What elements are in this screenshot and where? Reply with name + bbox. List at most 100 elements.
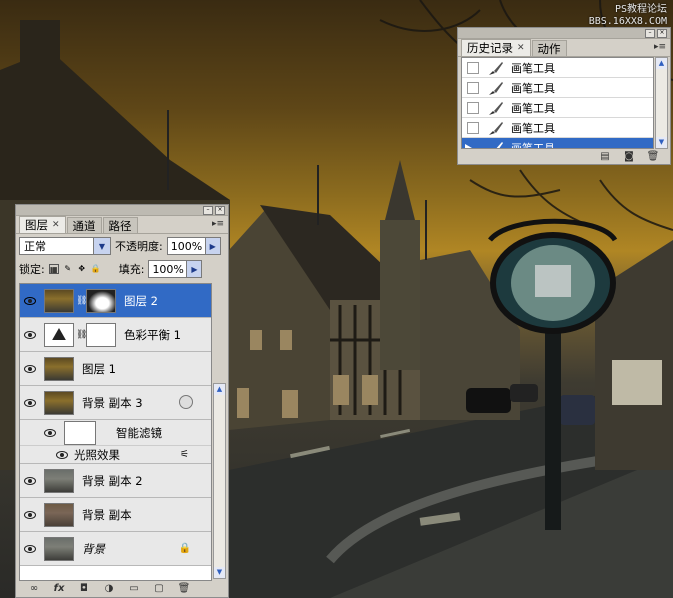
snapshot-camera-icon[interactable]: ◙ (622, 150, 636, 162)
tab-paths[interactable]: 路径 (102, 217, 138, 233)
layer-row[interactable]: ⛓ 色彩平衡 1 (20, 318, 211, 352)
smart-filters-row[interactable]: 智能滤镜 (20, 420, 211, 446)
layer-name[interactable]: 背景 副本 3 (82, 395, 143, 411)
layer-name[interactable]: 图层 2 (124, 293, 158, 309)
layer-row[interactable]: 背景 副本 2 (20, 464, 211, 498)
mask-link-icon[interactable]: ⛓ (76, 330, 87, 340)
lock-position-move-icon[interactable]: ✥ (77, 264, 87, 274)
scroll-up-icon[interactable]: ▲ (214, 384, 225, 395)
layer-mask-thumbnail[interactable] (86, 288, 116, 313)
scroll-down-icon[interactable]: ▼ (214, 567, 225, 578)
tab-history[interactable]: 历史记录 ✕ (461, 39, 531, 56)
panel-menu-icon[interactable]: ▸≡ (212, 219, 224, 229)
history-source-checkbox[interactable] (467, 61, 479, 74)
filter-blending-options-icon[interactable]: ⚟ (180, 449, 189, 460)
smart-object-thumbnail (44, 390, 74, 415)
history-panel: – × 历史记录 ✕ 动作 ▸≡ 画笔工具 画笔工具 画笔工具 画笔工具 画笔工… (457, 27, 671, 165)
lock-transparent-icon[interactable]: ▦ (48, 264, 59, 274)
lock-all-icon[interactable]: 🔒 (91, 264, 101, 274)
lock-image-brush-icon[interactable]: ✎ (63, 264, 73, 274)
visibility-eye-icon[interactable] (20, 296, 40, 305)
tab-close-icon[interactable]: ✕ (52, 220, 60, 230)
fx-icon[interactable]: fx (51, 582, 67, 594)
opacity-slider-arrow-icon[interactable]: ▶ (204, 238, 220, 254)
history-source-checkbox[interactable] (467, 81, 479, 94)
smart-filters-label[interactable]: 智能滤镜 (116, 425, 162, 441)
layer-name[interactable]: 背景 副本 (82, 507, 132, 523)
history-source-checkbox[interactable] (467, 121, 479, 134)
close-icon[interactable]: × (657, 29, 667, 38)
tab-actions-label: 动作 (537, 41, 561, 56)
blend-mode-select[interactable]: 正常 ▼ (19, 237, 111, 255)
minimize-icon[interactable]: – (645, 29, 655, 38)
filter-effect-row[interactable]: 光照效果 ⚟ (20, 446, 211, 464)
fill-value[interactable]: 100% (149, 263, 186, 276)
scroll-down-icon[interactable]: ▼ (656, 137, 667, 148)
layers-panel: – × 图层 ✕ 通道 路径 ▸≡ 正常 ▼ 不透明度: 100% ▶ 锁定: … (15, 204, 229, 598)
history-item[interactable]: 画笔工具 (462, 78, 653, 98)
layer-row-selected[interactable]: ⛓ 图层 2 (20, 284, 211, 318)
layer-name[interactable]: 图层 1 (82, 361, 116, 377)
history-item[interactable]: 画笔工具 (462, 118, 653, 138)
panel-menu-icon[interactable]: ▸≡ (654, 42, 666, 52)
scroll-track[interactable] (656, 69, 667, 137)
visibility-eye-icon[interactable] (20, 544, 40, 553)
tab-actions[interactable]: 动作 (531, 40, 567, 56)
layer-name[interactable]: 色彩平衡 1 (124, 327, 181, 343)
filter-effect-name[interactable]: 光照效果 (74, 447, 120, 463)
opacity-label: 不透明度: (115, 240, 163, 253)
history-scrollbar[interactable]: ▲ ▼ (655, 57, 668, 149)
layers-scrollbar[interactable]: ▲ ▼ (213, 383, 226, 579)
trash-icon[interactable]: 🗑 (646, 150, 660, 162)
blend-opacity-row: 正常 ▼ 不透明度: 100% ▶ (16, 234, 228, 258)
link-icon[interactable]: ∞ (26, 582, 42, 594)
fill-slider-arrow-icon[interactable]: ▶ (186, 261, 202, 277)
history-titlebar[interactable]: – × (458, 28, 670, 39)
layer-thumbnail (44, 536, 74, 561)
adjustment-icon[interactable]: ◑ (101, 582, 117, 594)
group-folder-icon[interactable]: ▭ (126, 582, 142, 594)
tab-layers-label: 图层 (25, 218, 48, 232)
tab-layers[interactable]: 图层 ✕ (19, 216, 66, 233)
layers-titlebar[interactable]: – × (16, 205, 228, 216)
history-item-label: 画笔工具 (511, 101, 555, 115)
history-item[interactable]: 画笔工具 (462, 58, 653, 78)
visibility-eye-icon[interactable] (20, 398, 40, 407)
opacity-field[interactable]: 100% ▶ (166, 237, 221, 255)
chevron-down-icon[interactable]: ▼ (93, 238, 110, 254)
scroll-track[interactable] (214, 395, 225, 567)
layer-row[interactable]: 图层 1 (20, 352, 211, 386)
new-document-from-state-icon[interactable]: ▤ (598, 150, 612, 162)
lock-icon: 🔒 (178, 543, 191, 554)
new-layer-icon[interactable]: ▢ (151, 582, 167, 594)
layers-footer: ∞ fx ◘ ◑ ▭ ▢ 🗑 (16, 579, 228, 597)
trash-icon[interactable]: 🗑 (176, 582, 192, 594)
tab-channels[interactable]: 通道 (66, 217, 102, 233)
smart-filter-indicator-icon[interactable] (179, 395, 193, 409)
layer-name[interactable]: 背景 (82, 541, 105, 557)
history-source-checkbox[interactable] (467, 101, 479, 114)
history-item-label: 画笔工具 (511, 81, 555, 95)
visibility-eye-icon[interactable] (20, 330, 40, 339)
scroll-up-icon[interactable]: ▲ (656, 58, 667, 69)
visibility-eye-icon[interactable] (52, 450, 72, 459)
mask-link-icon[interactable]: ⛓ (76, 296, 87, 306)
visibility-eye-icon[interactable] (40, 428, 60, 437)
opacity-value[interactable]: 100% (168, 240, 205, 253)
layers-tabs: 图层 ✕ 通道 路径 ▸≡ (16, 216, 228, 234)
layer-row[interactable]: 背景 副本 (20, 498, 211, 532)
layer-name[interactable]: 背景 副本 2 (82, 473, 143, 489)
mask-icon[interactable]: ◘ (76, 582, 92, 594)
smart-filter-mask-thumbnail[interactable] (64, 420, 96, 445)
visibility-eye-icon[interactable] (20, 364, 40, 373)
fill-field[interactable]: 100% ▶ (148, 260, 203, 278)
layer-mask-thumbnail[interactable] (86, 322, 116, 347)
visibility-eye-icon[interactable] (20, 510, 40, 519)
history-item[interactable]: 画笔工具 (462, 98, 653, 118)
minimize-icon[interactable]: – (203, 206, 213, 215)
visibility-eye-icon[interactable] (20, 476, 40, 485)
layer-row[interactable]: 背景 副本 3 (20, 386, 211, 420)
close-icon[interactable]: × (215, 206, 225, 215)
layer-row[interactable]: 背景 🔒 (20, 532, 211, 566)
tab-close-icon[interactable]: ✕ (517, 43, 525, 53)
